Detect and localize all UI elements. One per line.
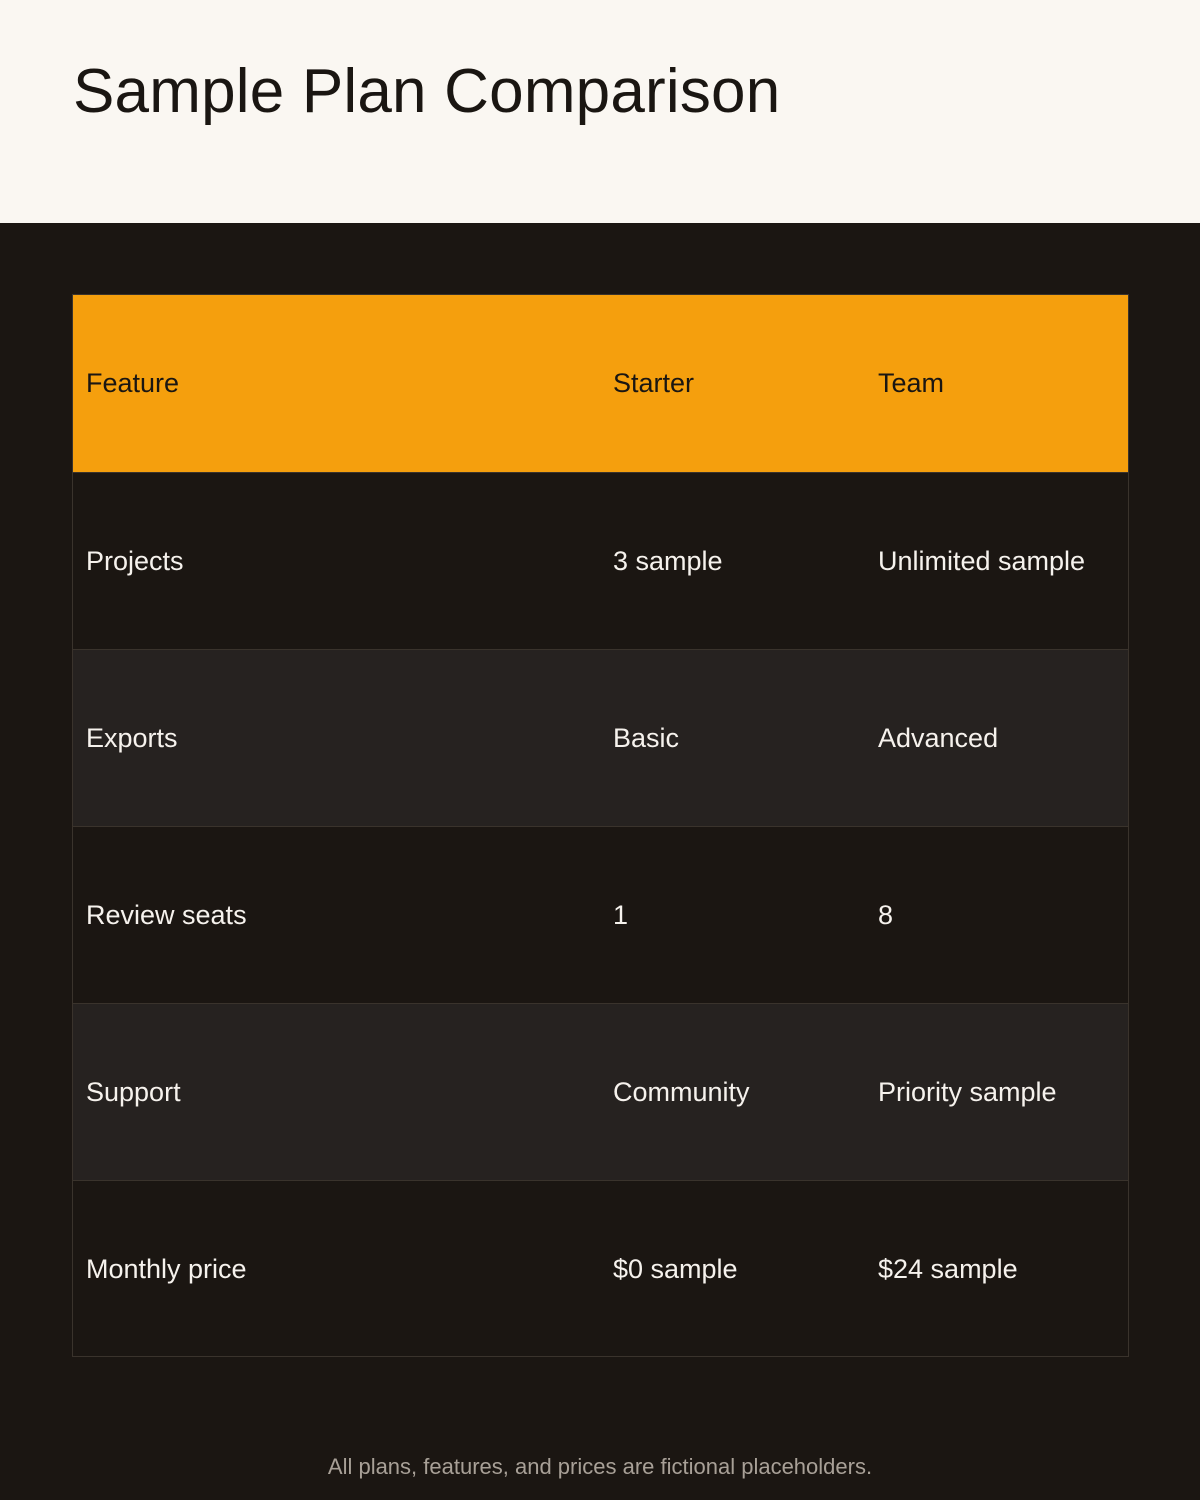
table-row: Projects 3 sample Unlimited sample	[73, 472, 1128, 649]
row-feature-label: Support	[86, 1076, 181, 1107]
row-team-value: 8	[878, 899, 894, 930]
table-row: Support Community Priority sample	[73, 1003, 1128, 1180]
row-starter-value: 1	[613, 899, 629, 930]
row-starter-value: 3 sample	[613, 545, 723, 576]
page-header: Sample Plan Comparison	[0, 0, 1200, 223]
table-row: Monthly price $0 sample $24 sample	[73, 1180, 1128, 1356]
header-starter: Starter	[613, 368, 695, 398]
table-row: Exports Basic Advanced	[73, 649, 1128, 826]
plan-comparison-table: Feature Starter Team Projects 3 sample U…	[72, 294, 1129, 1357]
row-starter-value: Basic	[613, 722, 680, 753]
row-team-value: $24 sample	[878, 1253, 1018, 1284]
row-team-value: Unlimited sample	[878, 545, 1086, 576]
table-row: Review seats 1 8	[73, 826, 1128, 1003]
page-title: Sample Plan Comparison	[73, 57, 781, 126]
header-feature: Feature	[86, 368, 180, 398]
row-feature-label: Exports	[86, 722, 178, 753]
row-team-value: Priority sample	[878, 1076, 1057, 1107]
header-team: Team	[878, 368, 945, 398]
footnote: All plans, features, and prices are fict…	[327, 1454, 873, 1479]
row-team-value: Advanced	[878, 722, 999, 753]
row-feature-label: Review seats	[86, 899, 247, 930]
table-header-row: Feature Starter Team	[73, 295, 1128, 472]
row-starter-value: Community	[613, 1076, 750, 1107]
row-feature-label: Projects	[86, 545, 184, 576]
row-feature-label: Monthly price	[86, 1253, 247, 1284]
row-starter-value: $0 sample	[613, 1253, 738, 1284]
